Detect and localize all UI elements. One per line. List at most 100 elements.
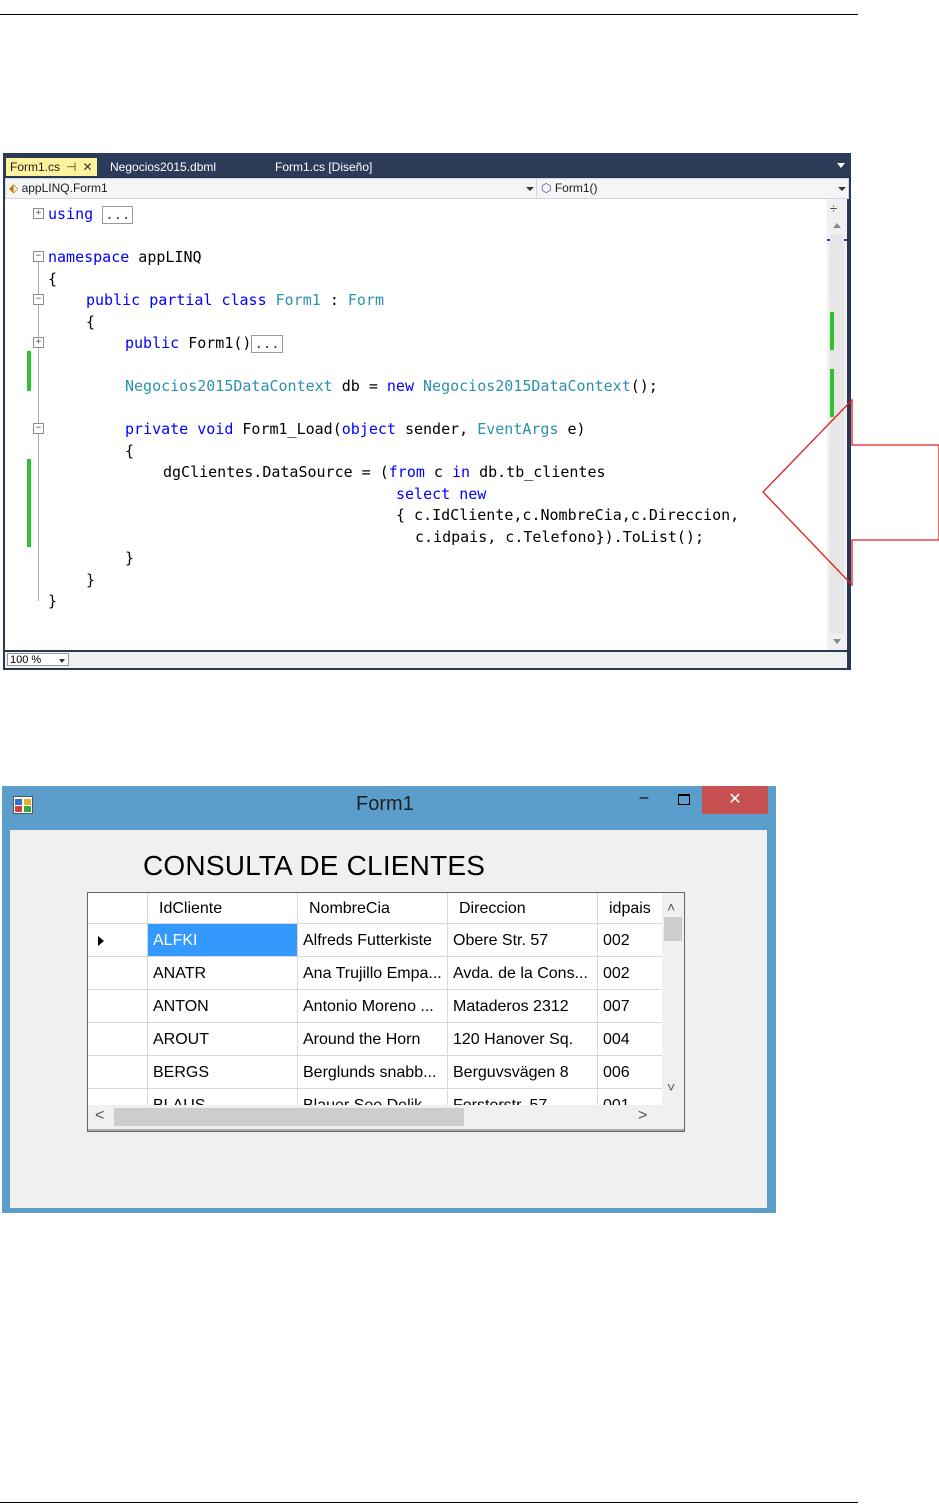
tab-form1-designer[interactable]: Form1.cs [Diseño] bbox=[275, 158, 372, 176]
code-token: dgClientes.DataSource = ( bbox=[163, 463, 389, 481]
grid-cell[interactable]: 001 bbox=[598, 1089, 662, 1105]
scroll-left-icon[interactable]: < bbox=[95, 1107, 104, 1125]
page-top-rule bbox=[0, 14, 858, 15]
document-tab-bar: Form1.cs ⊣ ✕ Negocios2015.dbml Form1.cs [D… bbox=[3, 153, 851, 176]
collapsed-region[interactable]: ... bbox=[102, 206, 134, 224]
scroll-up-icon[interactable] bbox=[833, 223, 841, 228]
row-header[interactable] bbox=[88, 1089, 148, 1105]
code-line-10: dgClientes.DataSource = (from c in db.tb… bbox=[163, 462, 606, 482]
grid-cell[interactable]: BERGS bbox=[148, 1056, 298, 1089]
grid-viewport[interactable]: IdCliente NombreCia Direccion idpais ALF… bbox=[88, 893, 662, 1105]
grid-cell[interactable]: ANATR bbox=[148, 957, 298, 990]
row-header[interactable] bbox=[88, 1056, 148, 1089]
collapsed-region[interactable]: ... bbox=[251, 335, 283, 353]
scrollbar-corner bbox=[662, 1105, 684, 1129]
code-area[interactable]: + − − + − using ... namespace appLINQ { … bbox=[5, 199, 825, 650]
form-client-area: CONSULTA DE CLIENTES IdCliente NombreCia… bbox=[10, 830, 767, 1208]
grid-cell[interactable]: Berguvsvägen 8 bbox=[448, 1056, 598, 1089]
grid-cell[interactable]: 002 bbox=[598, 924, 662, 957]
column-header-idpais[interactable]: idpais bbox=[598, 893, 662, 924]
scroll-up-icon[interactable]: ˄ bbox=[667, 899, 675, 915]
grid-cell[interactable]: Forsterstr. 57 bbox=[448, 1089, 598, 1105]
expand-icon[interactable]: + bbox=[33, 208, 44, 219]
grid-cell[interactable]: BLAUS bbox=[148, 1089, 298, 1105]
collapse-icon[interactable]: − bbox=[33, 423, 44, 434]
window-title: Form1 bbox=[356, 793, 414, 815]
grid-cell[interactable]: Ana Trujillo Empa... bbox=[298, 957, 448, 990]
form-heading-label: CONSULTA DE CLIENTES bbox=[143, 850, 486, 881]
code-token: namespace bbox=[48, 248, 130, 266]
collapse-icon[interactable]: − bbox=[33, 294, 44, 305]
grid-horizontal-scrollbar[interactable]: < > bbox=[88, 1105, 662, 1129]
grid-cell[interactable]: Antonio Moreno ... bbox=[298, 990, 448, 1023]
code-token: db = bbox=[332, 377, 387, 395]
column-header-nombrecia[interactable]: NombreCia bbox=[298, 893, 448, 924]
expand-icon[interactable]: + bbox=[33, 337, 44, 348]
tab-negocios-dbml[interactable]: Negocios2015.dbml bbox=[110, 158, 216, 176]
code-line-15: } bbox=[86, 571, 96, 589]
code-token: e) bbox=[558, 420, 586, 438]
close-button[interactable]: ✕ bbox=[702, 786, 768, 814]
row-header[interactable] bbox=[88, 957, 148, 990]
grid-cell[interactable]: Around the Horn bbox=[298, 1023, 448, 1056]
grid-cell[interactable]: 006 bbox=[598, 1056, 662, 1089]
maximize-button[interactable] bbox=[666, 788, 702, 814]
code-token: EventArgs bbox=[477, 420, 559, 438]
tab-form1-cs[interactable]: Form1.cs ⊣ ✕ bbox=[6, 158, 97, 176]
close-tab-icon[interactable]: ✕ bbox=[82, 158, 92, 176]
clientes-datagridview[interactable]: IdCliente NombreCia Direccion idpais ALF… bbox=[87, 892, 685, 1132]
code-token: Form1_Load( bbox=[233, 420, 342, 438]
scroll-right-icon[interactable]: > bbox=[638, 1107, 647, 1125]
scroll-down-icon[interactable] bbox=[833, 639, 841, 644]
code-line-12: { c.IdCliente,c.NombreCia,c.Direccion, bbox=[396, 506, 740, 524]
grid-cell[interactable]: Mataderos 2312 bbox=[448, 990, 598, 1023]
grid-cell[interactable]: ALFKI bbox=[148, 924, 298, 957]
grid-cell[interactable]: 120 Hanover Sq. bbox=[448, 1023, 598, 1056]
code-token: appLINQ bbox=[129, 248, 202, 266]
row-header[interactable] bbox=[88, 924, 148, 957]
grid-cell[interactable]: 007 bbox=[598, 990, 662, 1023]
minimize-button[interactable]: – bbox=[624, 788, 664, 814]
row-header[interactable] bbox=[88, 1023, 148, 1056]
grid-cell[interactable]: Berglunds snabb... bbox=[298, 1056, 448, 1089]
type-selector[interactable]: ⬖ appLINQ.Form1 bbox=[6, 179, 537, 198]
grid-cell[interactable]: AROUT bbox=[148, 1023, 298, 1056]
collapse-icon[interactable]: − bbox=[33, 251, 44, 262]
code-line-14: } bbox=[125, 549, 135, 567]
scrollbar-thumb[interactable] bbox=[114, 1108, 464, 1126]
code-editor[interactable]: + − − + − using ... namespace appLINQ { … bbox=[5, 199, 847, 650]
code-line-13: c.idpais, c.Telefono}).ToList(); bbox=[415, 528, 704, 546]
chevron-down-icon bbox=[59, 659, 65, 663]
zoom-dropdown[interactable]: 100 % bbox=[7, 653, 69, 666]
split-window-icon[interactable]: ÷ bbox=[830, 201, 837, 216]
window-title-bar[interactable]: Form1 – ✕ bbox=[2, 786, 776, 824]
grid-cell[interactable]: 002 bbox=[598, 957, 662, 990]
code-token: from bbox=[388, 463, 425, 481]
grid-corner-header[interactable] bbox=[88, 893, 148, 924]
grid-cell[interactable]: Obere Str. 57 bbox=[448, 924, 598, 957]
row-header[interactable] bbox=[88, 990, 148, 1023]
code-token: new bbox=[386, 377, 414, 395]
code-line-6: public Form1()... bbox=[125, 333, 283, 353]
grid-cell[interactable]: Alfreds Futterkiste bbox=[298, 924, 448, 957]
code-line-4: public partial class Form1 : Form bbox=[86, 290, 384, 310]
app-icon[interactable] bbox=[13, 796, 33, 814]
column-header-idcliente[interactable]: IdCliente bbox=[148, 893, 298, 924]
grid-cell[interactable]: 004 bbox=[598, 1023, 662, 1056]
tab-list-dropdown-icon[interactable] bbox=[837, 163, 845, 168]
code-token: public bbox=[125, 334, 180, 352]
pin-icon[interactable]: ⊣ bbox=[66, 158, 76, 176]
grid-cell[interactable]: Avda. de la Cons... bbox=[448, 957, 598, 990]
current-row-icon bbox=[98, 936, 104, 946]
member-selector[interactable]: ⬡ Form1() bbox=[538, 179, 848, 198]
scrollbar-thumb[interactable] bbox=[664, 917, 682, 941]
column-header-direccion[interactable]: Direccion bbox=[448, 893, 598, 924]
grid-cell[interactable]: ANTON bbox=[148, 990, 298, 1023]
code-token: private void bbox=[125, 420, 234, 438]
grid-cell[interactable]: Blauer See Delik... bbox=[298, 1089, 448, 1105]
code-line-16: } bbox=[48, 592, 58, 610]
scroll-down-icon[interactable]: ˅ bbox=[667, 1079, 675, 1095]
code-token: : bbox=[320, 291, 348, 309]
code-token: c bbox=[424, 463, 452, 481]
grid-vertical-scrollbar[interactable]: ˄ ˅ bbox=[662, 893, 684, 1105]
